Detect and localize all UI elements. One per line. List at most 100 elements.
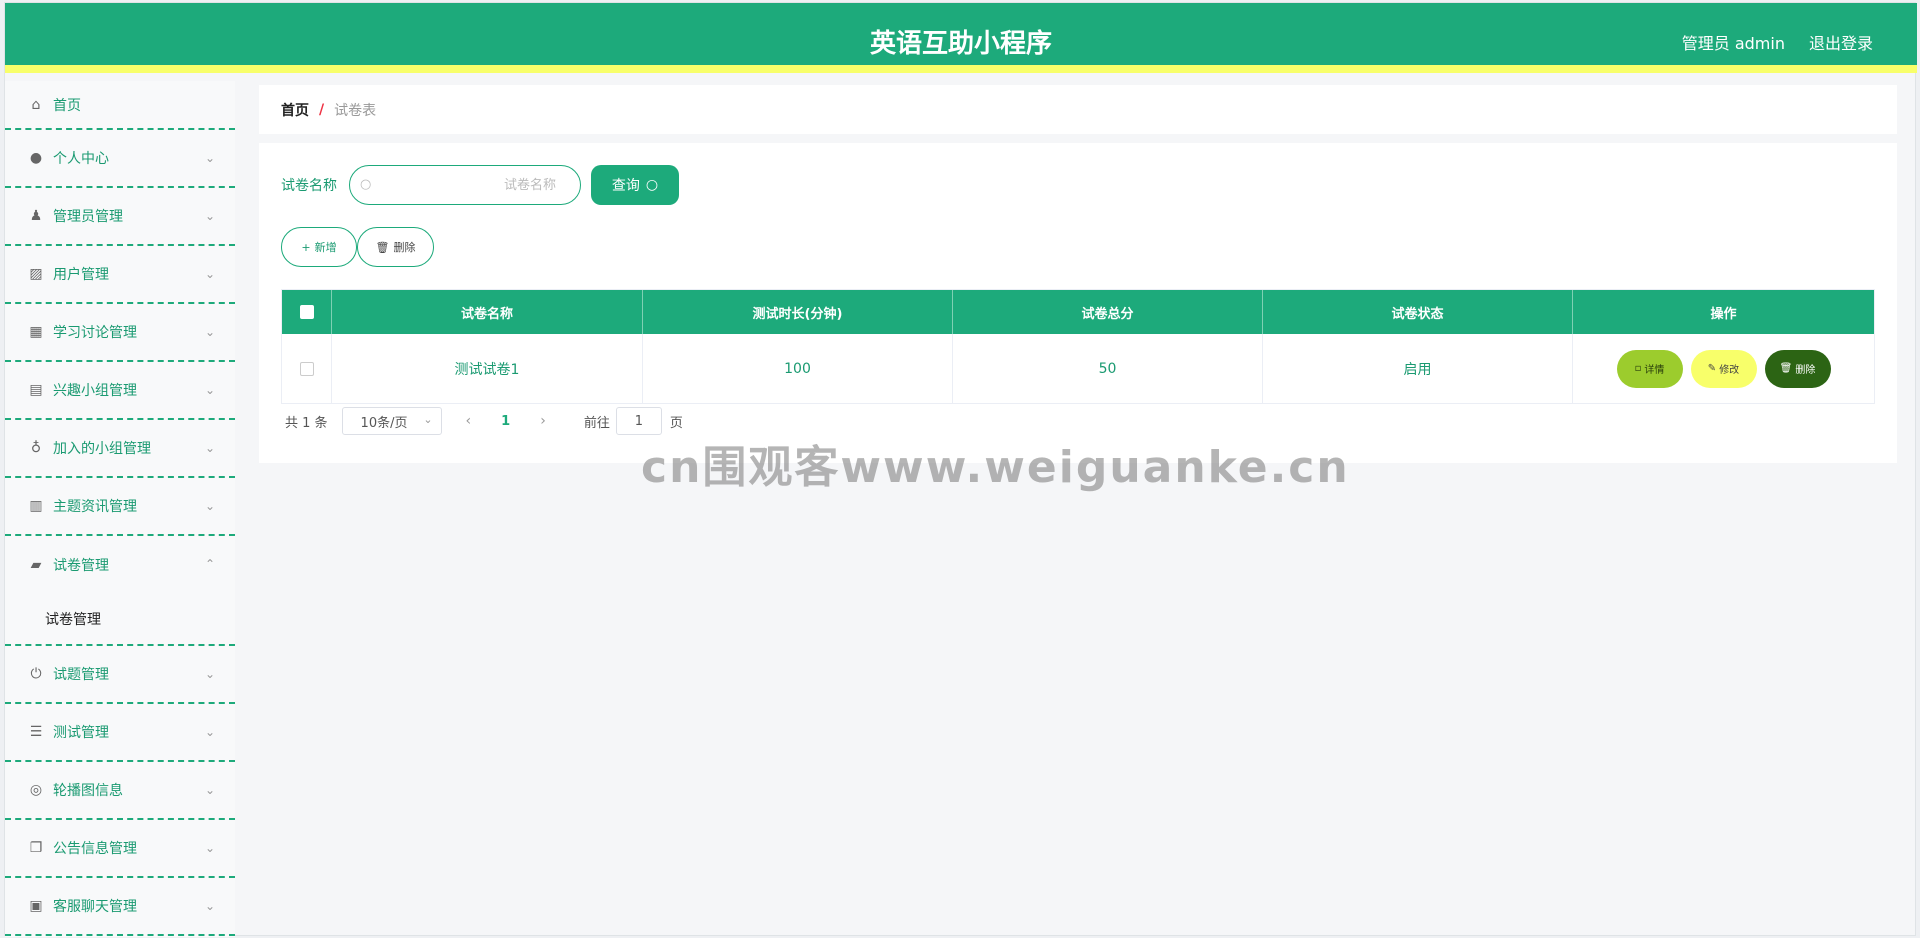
chart-icon: ▨ <box>29 266 43 282</box>
sidebar-item-questions[interactable]: ⏻ 试题管理 ⌄ <box>5 646 235 704</box>
sidebar-item-label: 首页 <box>53 97 81 114</box>
plus-icon: + <box>301 240 311 254</box>
tag-icon: ▰ <box>30 557 42 573</box>
add-label: 新增 <box>314 241 337 254</box>
header-user-area: 管理员 admin 退出登录 <box>1682 30 1873 54</box>
grid-icon: ▦ <box>29 324 43 340</box>
add-button[interactable]: + 新增 <box>281 227 357 267</box>
chevron-down-icon: ⌄ <box>204 725 215 739</box>
chevron-down-icon: ⌄ <box>204 441 215 455</box>
admin-label[interactable]: 管理员 admin <box>1682 30 1785 54</box>
breadcrumb-home[interactable]: 首页 <box>281 100 309 120</box>
app-frame: 英语互助小程序 管理员 admin 退出登录 ⌂ 首页 ● 个人中心 ⌄ ♟ 管… <box>4 2 1917 937</box>
app-title: 英语互助小程序 <box>869 29 1052 59</box>
detail-label: 详情 <box>1644 365 1665 376</box>
sidebar-item-admins[interactable]: ♟ 管理员管理 ⌄ <box>5 188 235 246</box>
logout-button[interactable]: 退出登录 <box>1809 30 1873 54</box>
document-icon: ▫ <box>1634 363 1642 374</box>
column-header: 试卷总分 <box>953 290 1263 334</box>
sidebar-item-notices[interactable]: ❐ 公告信息管理 ⌄ <box>5 820 235 878</box>
breadcrumb-current: 试卷表 <box>334 102 377 119</box>
sidebar: ⌂ 首页 ● 个人中心 ⌄ ♟ 管理员管理 ⌄ ▨ 用户管理 ⌄ ▦ 学习讨论管… <box>5 81 235 937</box>
batch-delete-button[interactable]: 🗑 删除 <box>357 227 434 267</box>
sidebar-item-carousel[interactable]: ◎ 轮播图信息 ⌄ <box>5 762 235 820</box>
sidebar-item-label: 试题管理 <box>53 667 109 683</box>
sidebar-item-label: 试卷管理 <box>53 558 109 574</box>
delete-button[interactable]: 🗑 删除 <box>1764 349 1831 388</box>
sidebar-item-tests[interactable]: ☰ 测试管理 ⌄ <box>5 704 235 762</box>
next-page-button[interactable]: › <box>540 413 546 429</box>
query-button[interactable]: 查询 ○ <box>591 165 679 205</box>
sidebar-item-profile[interactable]: ● 个人中心 ⌄ <box>5 130 235 188</box>
chevron-up-icon: ⌃ <box>204 557 215 571</box>
edit-label: 修改 <box>1719 365 1740 376</box>
power-icon: ⏻ <box>30 666 42 682</box>
chevron-down-icon: ⌄ <box>204 783 215 797</box>
page-suffix: 页 <box>669 415 683 431</box>
breadcrumb: 首页 / 试卷表 <box>259 85 1897 134</box>
search-field[interactable]: ○ <box>349 165 581 205</box>
trash-icon: 🗑 <box>1779 363 1793 374</box>
chevron-down-icon: ⌄ <box>204 383 215 397</box>
search-bar: 试卷名称 ○ 查询 ○ <box>281 165 679 205</box>
detail-button[interactable]: ▫ 详情 <box>1616 349 1683 388</box>
cell-status: 启用 <box>1263 334 1573 403</box>
search-icon: ○ <box>360 177 372 192</box>
page-size-value: 10条/页 <box>360 415 408 431</box>
balloon-icon: ♁ <box>30 440 42 456</box>
sidebar-item-interest-groups[interactable]: ▤ 兴趣小组管理 ⌄ <box>5 362 235 420</box>
select-all-cell <box>282 290 332 334</box>
select-all-checkbox[interactable] <box>299 305 314 319</box>
sidebar-item-label: 个人中心 <box>53 151 109 167</box>
pagination-total: 共 1 条 <box>285 415 328 431</box>
sidebar-item-chat[interactable]: ▣ 客服聊天管理 ⌄ <box>5 878 235 936</box>
column-header: 测试时长(分钟) <box>643 290 953 334</box>
sidebar-item-exams[interactable]: ▰ 试卷管理 ⌃ <box>5 536 235 594</box>
sidebar-item-label: 用户管理 <box>53 267 109 283</box>
submenu-item-exams[interactable]: 试卷管理 <box>5 594 235 644</box>
main-panel: 试卷名称 ○ 查询 ○ + 新增 🗑 删除 试卷名称 <box>259 143 1897 463</box>
row-select-cell <box>282 334 332 403</box>
chevron-down-icon: ⌄ <box>204 267 215 281</box>
sidebar-item-discussion[interactable]: ▦ 学习讨论管理 ⌄ <box>5 304 235 362</box>
search-label: 试卷名称 <box>281 178 337 194</box>
table-row: 测试试卷1 100 50 启用 ▫ 详情 ✎ 修改 🗑 删除 <box>282 334 1874 403</box>
sidebar-item-joined-groups[interactable]: ♁ 加入的小组管理 ⌄ <box>5 420 235 478</box>
sidebar-item-users[interactable]: ▨ 用户管理 ⌄ <box>5 246 235 304</box>
column-header: 试卷名称 <box>332 290 643 334</box>
sidebar-group-exams: ▰ 试卷管理 ⌃ 试卷管理 <box>5 536 235 646</box>
copy-icon: ❐ <box>29 840 43 856</box>
sidebar-item-label: 管理员管理 <box>53 209 123 225</box>
search-input[interactable] <box>380 175 556 195</box>
chevron-down-icon: ⌄ <box>204 499 215 513</box>
exam-table: 试卷名称 测试时长(分钟) 试卷总分 试卷状态 操作 测试试卷1 100 50 … <box>281 289 1875 404</box>
page-number[interactable]: 1 <box>501 414 510 429</box>
column-header: 操作 <box>1710 306 1737 322</box>
chevron-down-icon: ⌄ <box>204 899 215 913</box>
delete-label: 删除 <box>393 241 416 254</box>
goto-label: 前往 <box>583 415 610 431</box>
admin-icon: ♟ <box>29 208 43 224</box>
sidebar-item-label: 主题资讯管理 <box>53 499 137 515</box>
briefcase-icon: ▤ <box>29 382 43 398</box>
action-bar: + 新增 🗑 删除 <box>281 227 434 267</box>
prev-page-button[interactable]: ‹ <box>466 413 472 429</box>
search-icon: ○ <box>645 177 659 193</box>
cell-score: 50 <box>953 334 1263 403</box>
edit-button[interactable]: ✎ 修改 <box>1690 349 1757 388</box>
chevron-down-icon: ⌄ <box>204 667 215 681</box>
trash-icon: 🗑 <box>375 240 390 254</box>
sidebar-item-topics[interactable]: ▥ 主题资讯管理 ⌄ <box>5 478 235 536</box>
chevron-down-icon: ⌄ <box>204 209 215 223</box>
sidebar-item-home[interactable]: ⌂ 首页 <box>5 81 235 130</box>
sidebar-item-label: 学习讨论管理 <box>53 325 137 341</box>
cell-operations: ▫ 详情 ✎ 修改 🗑 删除 <box>1573 334 1874 403</box>
sidebar-item-label: 客服聊天管理 <box>53 899 137 915</box>
top-header: 英语互助小程序 管理员 admin 退出登录 <box>5 3 1917 73</box>
page-size-select[interactable]: 10条/页 ⌄ <box>341 407 442 435</box>
chevron-down-icon: ⌄ <box>204 325 215 339</box>
pagination: 共 1 条 10条/页 ⌄ ‹ 1 › 前往 1 页 <box>281 407 683 435</box>
row-checkbox[interactable] <box>299 361 314 376</box>
table-header: 试卷名称 测试时长(分钟) 试卷总分 试卷状态 操作 <box>282 290 1874 334</box>
user-icon: ● <box>29 150 43 166</box>
